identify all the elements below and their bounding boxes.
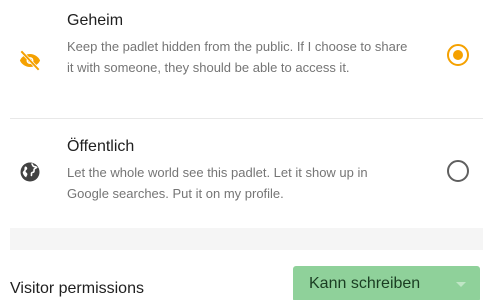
visitor-permissions-dropdown[interactable]: Kann schreiben: [293, 266, 480, 300]
option-description: Let the whole world see this padlet. Let…: [67, 165, 368, 201]
radio-button-unselected[interactable]: [447, 160, 469, 182]
globe-icon: [14, 156, 46, 188]
chevron-down-icon: [456, 282, 466, 287]
privacy-option-public[interactable]: Öffentlich Let the whole world see this …: [0, 118, 483, 228]
dropdown-selected-value: Kann schreiben: [309, 275, 421, 292]
radio-button-selected[interactable]: [447, 44, 469, 66]
privacy-option-secret[interactable]: Geheim Keep the padlet hidden from the p…: [0, 0, 483, 118]
option-title: Öffentlich: [67, 138, 135, 155]
section-separator: [10, 228, 483, 250]
eye-off-icon: [14, 44, 46, 76]
option-title: Geheim: [67, 12, 124, 29]
visitor-permissions-label: Visitor permissions: [10, 280, 144, 297]
option-description: Keep the padlet hidden from the public. …: [67, 39, 408, 75]
